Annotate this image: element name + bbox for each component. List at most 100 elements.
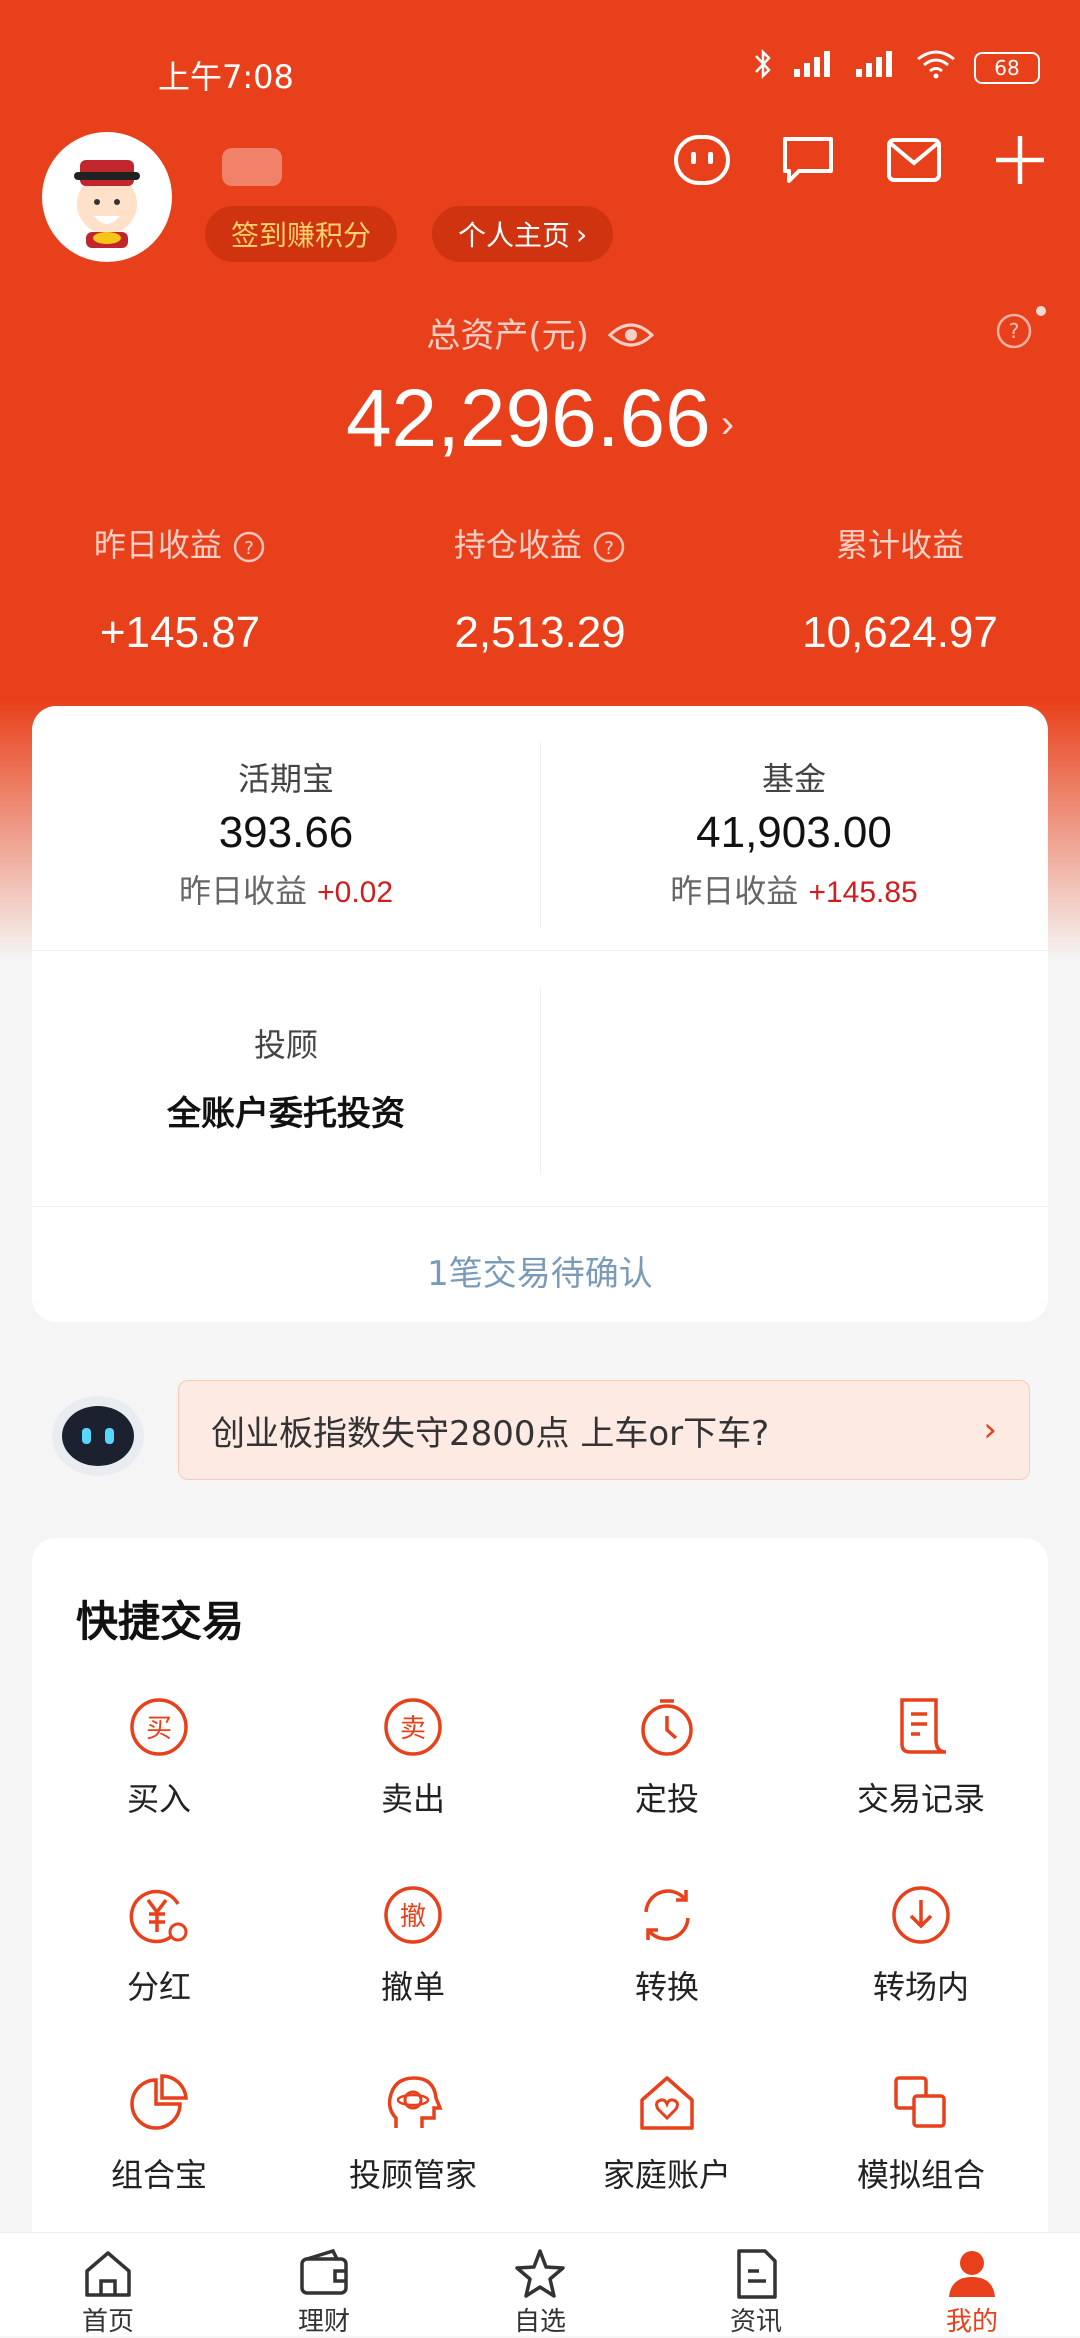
income-value: 10,624.97 xyxy=(802,608,998,657)
quick-sell[interactable]: 卖 卖出 xyxy=(286,1694,540,1820)
robot-service-icon[interactable] xyxy=(672,130,732,190)
quick-buy[interactable]: 买 买入 xyxy=(32,1694,286,1820)
status-bar: 上午7:08 68 xyxy=(0,0,1080,140)
quick-dividend[interactable]: 分红 xyxy=(32,1882,286,2008)
svg-text:卖: 卖 xyxy=(400,1714,426,1744)
income-label: 昨日收益 xyxy=(93,526,222,564)
income-yesterday[interactable]: 昨日收益 ? +145.87 xyxy=(0,520,360,658)
quick-label: 家庭账户 xyxy=(602,2156,731,2194)
status-icons: 68 xyxy=(752,48,1040,87)
mail-icon[interactable] xyxy=(884,130,944,190)
notification-dot xyxy=(1036,306,1046,316)
tab-label: 资讯 xyxy=(729,2307,782,2337)
quick-label: 模拟组合 xyxy=(856,2156,985,2194)
quick-label: 分红 xyxy=(126,1968,191,2006)
quick-label: 交易记录 xyxy=(856,1780,985,1818)
income-value: +145.87 xyxy=(99,608,261,657)
quick-advisor-butler[interactable]: 投顾管家 xyxy=(286,2070,540,2196)
total-assets-value[interactable]: 42,296.66 › xyxy=(0,372,1080,466)
advisor-icon xyxy=(380,2070,446,2136)
quick-simulated-portfolio[interactable]: 模拟组合 xyxy=(794,2070,1048,2196)
huoqibao-value: 393.66 xyxy=(218,808,354,857)
income-cumulative[interactable]: 累计收益 10,624.97 xyxy=(720,520,1080,658)
message-icon[interactable] xyxy=(778,130,838,190)
buy-icon: 买 xyxy=(126,1694,192,1760)
quick-label: 转场内 xyxy=(872,1968,969,2006)
quick-label: 转换 xyxy=(634,1968,699,2006)
profile-icon xyxy=(945,2247,999,2301)
tab-label: 首页 xyxy=(81,2307,134,2337)
add-icon[interactable] xyxy=(990,130,1050,190)
svg-text:撤: 撤 xyxy=(400,1902,426,1932)
checkin-points-button[interactable]: 签到赚积分 xyxy=(205,206,398,262)
huoqibao-yesterday: 昨日收益 +0.02 xyxy=(32,866,540,912)
yesterday-label: 昨日收益 xyxy=(178,872,307,910)
transfer-in-icon xyxy=(888,1882,954,1948)
divider xyxy=(540,742,541,928)
svg-text:?: ? xyxy=(1009,319,1020,343)
tab-news[interactable]: 资讯 xyxy=(648,2233,864,2337)
eye-icon[interactable] xyxy=(607,318,654,358)
chevron-right-icon: › xyxy=(983,1410,997,1450)
divider xyxy=(540,988,541,1174)
tab-profile[interactable]: 我的 xyxy=(864,2233,1080,2337)
tab-wealth[interactable]: 理财 xyxy=(216,2233,432,2337)
total-assets-text: 总资产(元) xyxy=(426,316,589,356)
quick-label: 撤单 xyxy=(380,1968,445,2006)
battery-icon: 68 xyxy=(974,51,1040,84)
huoqibao-cell[interactable]: 活期宝 393.66 昨日收益 +0.02 xyxy=(32,754,540,912)
tab-watchlist[interactable]: 自选 xyxy=(432,2233,648,2337)
quick-trade-title: 快捷交易 xyxy=(76,1597,245,1646)
quick-label: 卖出 xyxy=(380,1780,445,1818)
bottom-tab-bar: 首页 理财 自选 资讯 我的 xyxy=(0,2232,1080,2337)
wifi-icon xyxy=(916,49,956,86)
quick-trade-grid: 买 买入 卖 卖出 定投 交易记录 分红 撤 撤单 转换 转场内 组合宝 投顾管… xyxy=(32,1694,1048,2196)
dividend-icon xyxy=(126,1882,192,1948)
quick-label: 组合宝 xyxy=(110,2156,207,2194)
yesterday-value: +0.02 xyxy=(317,876,394,909)
svg-text:?: ? xyxy=(604,538,614,559)
news-icon xyxy=(729,2247,783,2301)
total-assets-label: 总资产(元) xyxy=(0,308,1080,358)
advisor-value: 全账户委托投资 xyxy=(167,1094,405,1134)
quick-transfer-in[interactable]: 转场内 xyxy=(794,1882,1048,2008)
huoqibao-title: 活期宝 xyxy=(237,760,334,798)
tab-home[interactable]: 首页 xyxy=(0,2233,216,2337)
help-icon[interactable]: ? xyxy=(995,312,1033,354)
personal-homepage-button[interactable]: 个人主页 › xyxy=(432,206,614,262)
robot-assistant-icon[interactable] xyxy=(48,1390,148,1480)
quick-cancel-order[interactable]: 撤 撤单 xyxy=(286,1882,540,2008)
status-time: 上午7:08 xyxy=(158,58,294,96)
income-value: 2,513.29 xyxy=(454,608,626,657)
pending-transactions-link[interactable]: 1笔交易待确认 xyxy=(32,1246,1048,1295)
quick-convert[interactable]: 转换 xyxy=(540,1882,794,2008)
banner-text: 创业板指数失守2800点 上车or下车? xyxy=(211,1413,770,1454)
news-banner[interactable]: 创业板指数失守2800点 上车or下车? › xyxy=(178,1380,1030,1480)
timer-icon xyxy=(634,1694,700,1760)
svg-text:?: ? xyxy=(244,538,254,559)
yesterday-value: +145.85 xyxy=(808,876,918,909)
quick-fixed-investment[interactable]: 定投 xyxy=(540,1694,794,1820)
fund-yesterday: 昨日收益 +145.85 xyxy=(540,866,1048,912)
quick-trade-records[interactable]: 交易记录 xyxy=(794,1694,1048,1820)
quick-label: 投顾管家 xyxy=(348,2156,477,2194)
top-action-icons xyxy=(672,130,1050,190)
signal-icon-2 xyxy=(854,49,898,86)
advisor-cell[interactable]: 投顾 全账户委托投资 xyxy=(32,1020,540,1135)
yesterday-label: 昨日收益 xyxy=(670,872,799,910)
sell-icon: 卖 xyxy=(380,1694,446,1760)
fund-cell[interactable]: 基金 41,903.00 昨日收益 +145.85 xyxy=(540,754,1048,912)
income-label: 持仓收益 xyxy=(453,526,582,564)
help-icon[interactable]: ? xyxy=(592,530,626,564)
quick-portfolio[interactable]: 组合宝 xyxy=(32,2070,286,2196)
tab-label: 理财 xyxy=(297,2307,350,2337)
avatar[interactable] xyxy=(42,132,172,262)
help-icon[interactable]: ? xyxy=(232,530,266,564)
portfolio-icon xyxy=(126,2070,192,2136)
simulate-icon xyxy=(888,2070,954,2136)
star-icon xyxy=(513,2247,567,2301)
wallet-icon xyxy=(297,2247,351,2301)
holdings-card: 活期宝 393.66 昨日收益 +0.02 基金 41,903.00 昨日收益 … xyxy=(32,706,1048,1322)
quick-family-account[interactable]: 家庭账户 xyxy=(540,2070,794,2196)
income-holding[interactable]: 持仓收益 ? 2,513.29 xyxy=(360,520,720,658)
